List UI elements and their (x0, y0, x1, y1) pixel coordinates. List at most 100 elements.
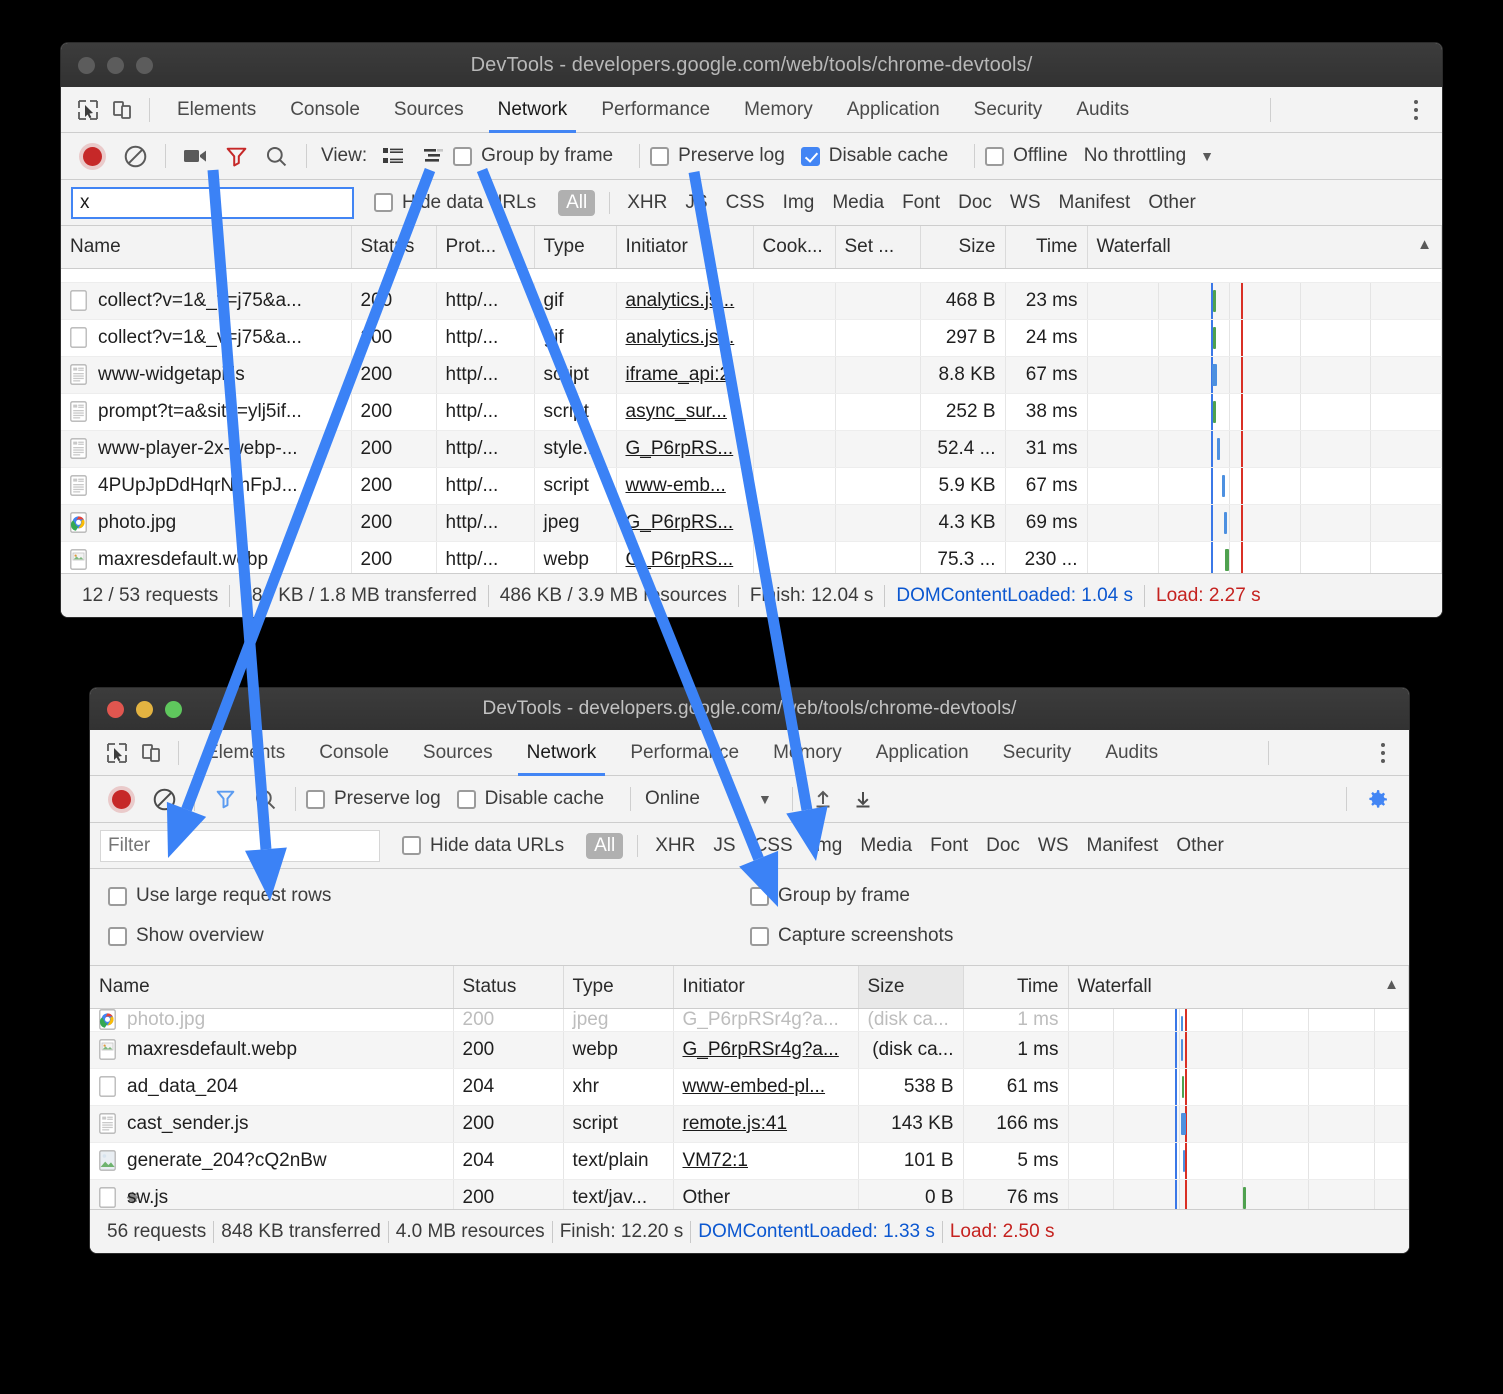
filter-input[interactable] (71, 186, 354, 219)
column-header-size[interactable]: Size (858, 966, 964, 1009)
cell-initiator[interactable]: G_P6rpRS... (616, 504, 754, 542)
preserve-log-checkbox[interactable]: Preserve log (650, 145, 785, 167)
group-by-frame-checkbox[interactable]: Group by frame (453, 145, 613, 167)
group-by-frame-checkbox[interactable]: Group by frame (750, 885, 910, 907)
table-row[interactable]: maxresdefault.webp 200 webp G_P6rpRSr4g?a..… (90, 1031, 1409, 1069)
chevron-down-icon[interactable]: ▼ (1200, 148, 1214, 164)
tab-sources[interactable]: Sources (406, 730, 510, 776)
clear-icon[interactable] (115, 141, 155, 171)
type-filter-js[interactable]: JS (704, 835, 744, 857)
cell-name[interactable]: collect?v=1&_v=j75&a... (61, 319, 352, 357)
tab-memory[interactable]: Memory (727, 87, 830, 133)
tab-audits[interactable]: Audits (1059, 87, 1146, 133)
more-options-icon[interactable] (1371, 737, 1395, 769)
type-filter-css[interactable]: CSS (745, 835, 802, 857)
column-header-set-cookies[interactable]: Set ... (835, 226, 921, 269)
search-icon[interactable] (245, 784, 285, 814)
column-header-type[interactable]: Type (534, 226, 617, 269)
record-button[interactable] (104, 784, 144, 814)
cell-initiator[interactable]: www-embed-pl... (673, 1068, 859, 1106)
column-header-protocol[interactable]: Prot... (436, 226, 535, 269)
cell-initiator[interactable]: VM72:1 (673, 1142, 859, 1180)
disable-cache-checkbox[interactable]: Disable cache (456, 788, 604, 810)
initiator-link[interactable]: G_P6rpRS... (626, 512, 734, 533)
type-filter-img[interactable]: Img (802, 835, 852, 857)
initiator-link[interactable]: www-embed-pl... (683, 1076, 826, 1097)
cell-name[interactable]: 4PUpJpDdHqrNInFpJ... (61, 467, 352, 505)
type-filter-css[interactable]: CSS (717, 192, 774, 214)
type-filter-font[interactable]: Font (921, 835, 977, 857)
device-toolbar-icon[interactable] (134, 737, 168, 769)
tab-performance[interactable]: Performance (584, 87, 727, 133)
offline-checkbox[interactable]: Offline (985, 145, 1068, 167)
cell-initiator[interactable]: iframe_api:2 (616, 356, 754, 394)
window-controls-top[interactable] (61, 56, 153, 74)
table-row[interactable]: prompt?t=a&site=ylj5if... 200 http/... scri… (61, 393, 1442, 431)
chevron-down-icon[interactable]: ▼ (758, 791, 772, 807)
column-header-waterfall[interactable]: Waterfall ▲ (1068, 966, 1409, 1009)
cell-initiator[interactable]: async_sur... (616, 393, 754, 431)
throttling-value[interactable]: Online (645, 788, 700, 810)
window-controls-bottom[interactable] (90, 700, 182, 718)
maximize-button[interactable] (165, 700, 182, 718)
type-filter-media[interactable]: Media (823, 192, 893, 214)
device-toolbar-icon[interactable] (105, 94, 139, 126)
type-filter-font[interactable]: Font (893, 192, 949, 214)
type-filter-media[interactable]: Media (851, 835, 921, 857)
type-filter-all[interactable]: All (558, 189, 596, 216)
tab-console[interactable]: Console (302, 730, 406, 776)
table-row[interactable]: generate_204?cQ2nBw 204 text/plain VM72:1 10… (90, 1142, 1409, 1180)
inspect-element-icon[interactable] (100, 737, 134, 769)
cell-name[interactable]: collect?v=1&_v=j75&a... (61, 282, 352, 320)
minimize-button[interactable] (136, 700, 153, 718)
initiator-link[interactable]: VM72:1 (683, 1150, 748, 1171)
type-filter-img[interactable]: Img (774, 192, 824, 214)
table-row[interactable]: 4PUpJpDdHqrNInFpJ... 200 http/... script www… (61, 467, 1442, 505)
capture-screenshots-icon[interactable] (176, 141, 216, 171)
tab-application[interactable]: Application (830, 87, 957, 133)
tab-memory[interactable]: Memory (756, 730, 859, 776)
type-filter-ws[interactable]: WS (1029, 835, 1078, 857)
cell-initiator[interactable]: remote.js:41 (673, 1105, 859, 1143)
cell-name[interactable]: cast_sender.js (90, 1105, 454, 1143)
table-row[interactable]: www-player-2x-webp-... 200 http/... style..… (61, 430, 1442, 468)
tab-network[interactable]: Network (510, 730, 614, 776)
show-overview-checkbox[interactable]: Show overview (108, 925, 264, 947)
type-filter-manifest[interactable]: Manifest (1078, 835, 1168, 857)
initiator-link[interactable]: analytics.js... (626, 327, 735, 348)
table-row[interactable]: collect?v=1&_v=j75&a... 200 http/... gif ana… (61, 282, 1442, 320)
table-row[interactable]: photo.jpg 200 http/... jpeg G_P6rpRS... 4.3 K… (61, 504, 1442, 542)
column-header-initiator[interactable]: Initiator (616, 226, 754, 269)
tab-audits[interactable]: Audits (1088, 730, 1175, 776)
tab-performance[interactable]: Performance (613, 730, 756, 776)
initiator-link[interactable]: G_P6rpRS... (626, 438, 734, 459)
initiator-link[interactable]: G_P6rpRS... (626, 549, 734, 570)
tab-sources[interactable]: Sources (377, 87, 481, 133)
initiator-link[interactable]: async_sur... (626, 401, 727, 422)
type-filter-doc[interactable]: Doc (977, 835, 1029, 857)
clear-icon[interactable] (144, 784, 184, 814)
column-header-cookies[interactable]: Cook... (753, 226, 836, 269)
type-filter-doc[interactable]: Doc (949, 192, 1001, 214)
filter-input[interactable] (100, 829, 380, 862)
column-header-size[interactable]: Size (920, 226, 1006, 269)
column-header-type[interactable]: Type (563, 966, 674, 1009)
initiator-link[interactable]: remote.js:41 (683, 1113, 788, 1134)
type-filter-all[interactable]: All (586, 832, 624, 859)
tab-console[interactable]: Console (273, 87, 377, 133)
tab-elements[interactable]: Elements (160, 87, 273, 133)
column-header-name[interactable]: Name (61, 226, 352, 269)
preserve-log-checkbox[interactable]: Preserve log (306, 788, 441, 810)
throttling-value[interactable]: No throttling (1084, 145, 1186, 167)
cell-initiator[interactable]: G_P6rpRS... (616, 430, 754, 468)
tab-network[interactable]: Network (481, 87, 585, 133)
type-filter-xhr[interactable]: XHR (618, 192, 676, 214)
import-har-icon[interactable] (803, 784, 843, 814)
type-filter-manifest[interactable]: Manifest (1050, 192, 1140, 214)
cell-initiator[interactable]: www-emb... (616, 467, 754, 505)
cell-initiator[interactable]: analytics.js... (616, 319, 754, 357)
cell-initiator[interactable]: analytics.js... (616, 282, 754, 320)
type-filter-other[interactable]: Other (1167, 835, 1233, 857)
cell-name[interactable]: photo.jpg (61, 504, 352, 542)
tab-security[interactable]: Security (986, 730, 1089, 776)
